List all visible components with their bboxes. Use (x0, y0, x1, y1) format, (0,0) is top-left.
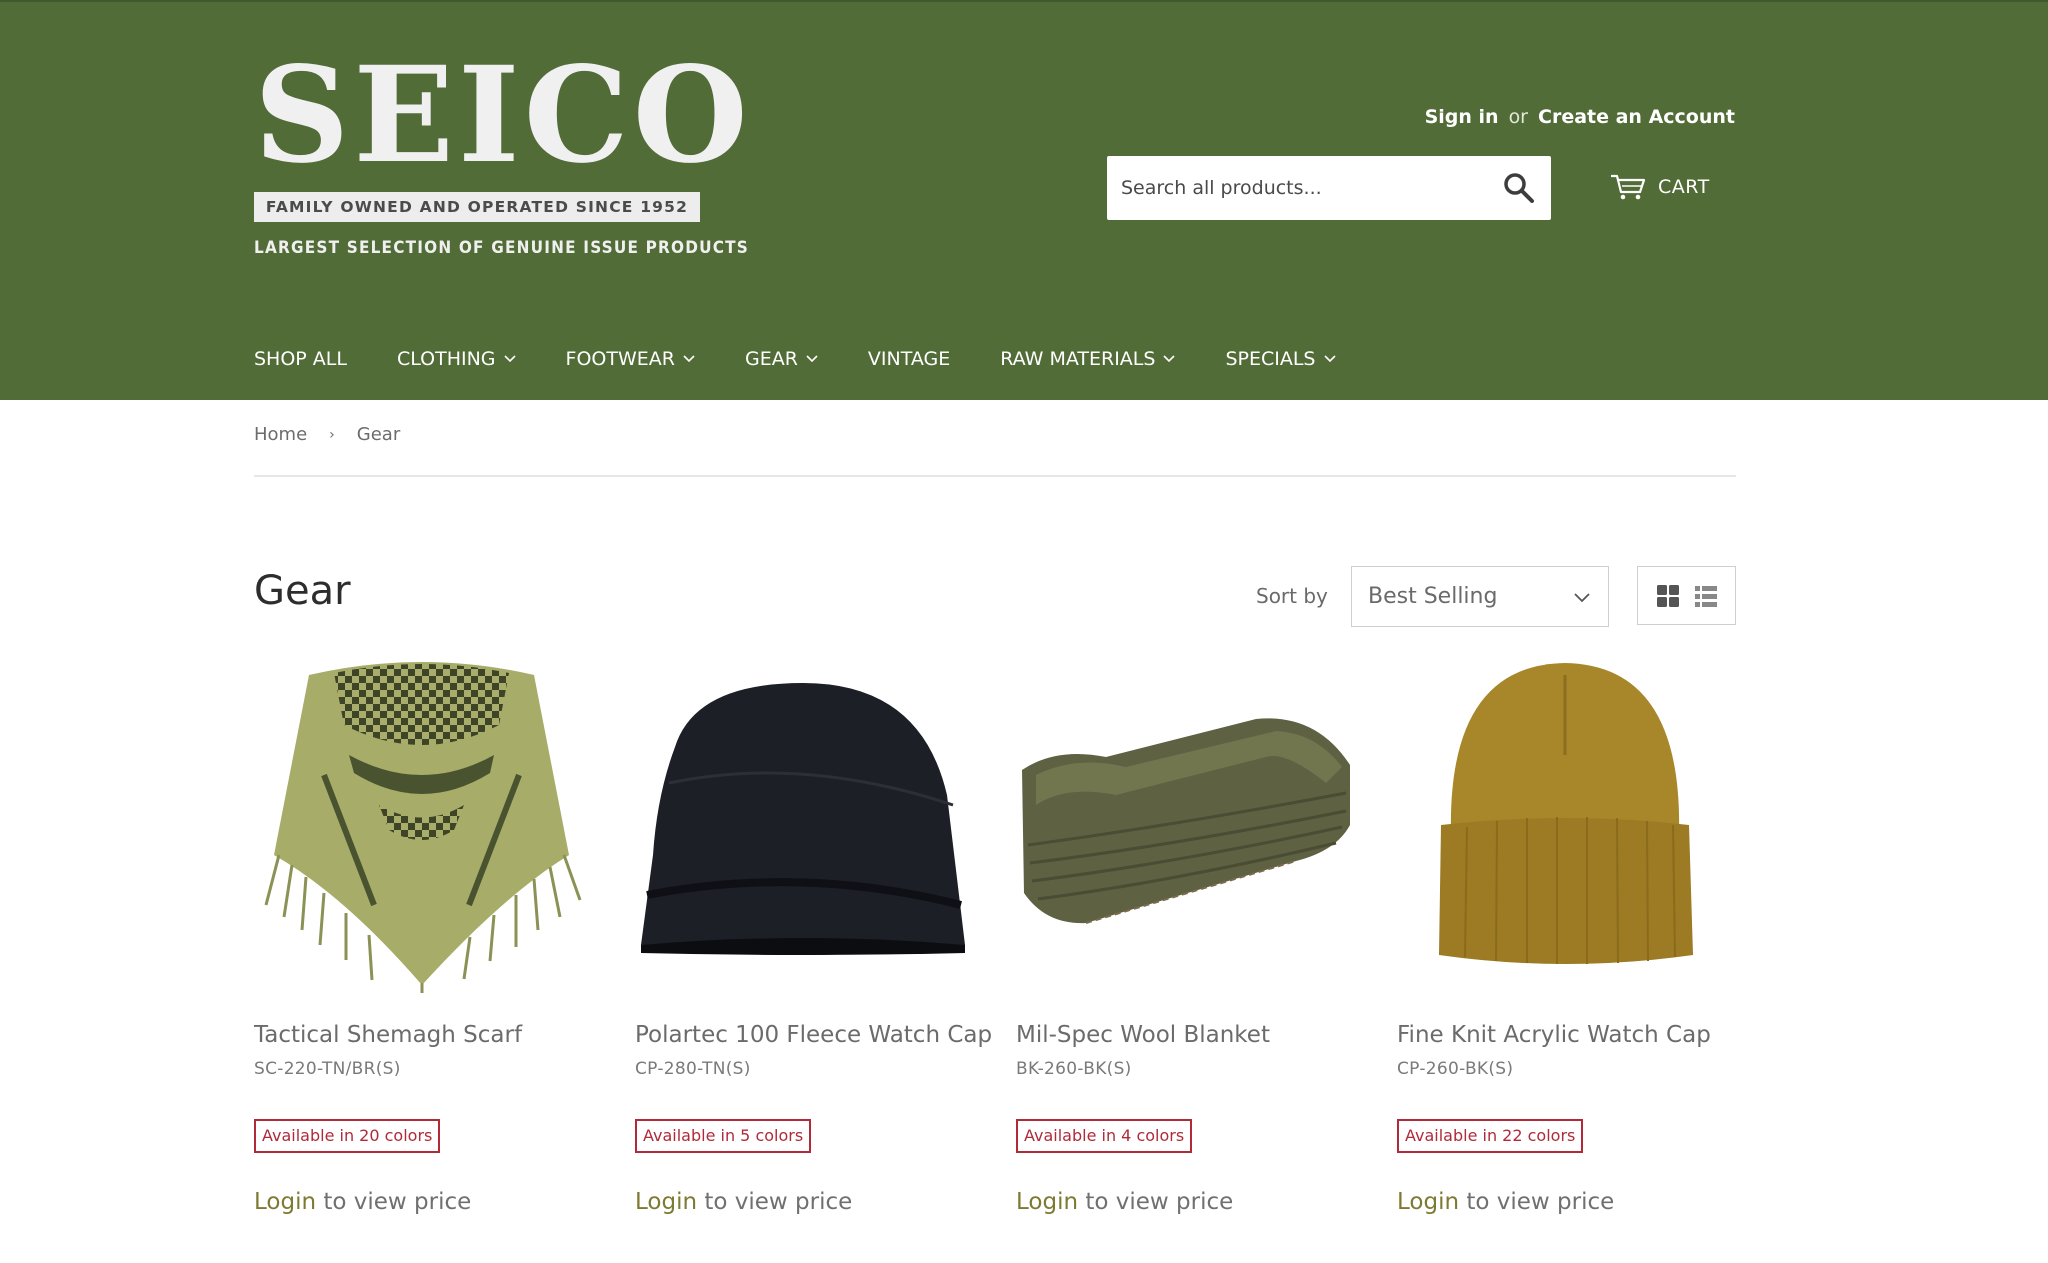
search-form (1107, 156, 1551, 220)
nav-item-clothing[interactable]: CLOTHING (397, 348, 516, 370)
product-image-shemagh-scarf[interactable] (254, 655, 590, 995)
breadcrumb-separator: › (329, 426, 335, 443)
login-link[interactable]: Login (635, 1189, 697, 1215)
product-sku: CP-280-TN(S) (635, 1059, 751, 1079)
breadcrumb-divider (254, 475, 1736, 477)
nav-item-label: GEAR (744, 348, 798, 370)
chevron-down-icon (1323, 355, 1336, 363)
product-image-acrylic-watch-cap[interactable] (1397, 655, 1733, 995)
product-sku: SC-220-TN/BR(S) (254, 1059, 401, 1079)
main-nav: SHOP ALL CLOTHING FOOTWEAR GEAR VINTAGE … (254, 348, 1386, 370)
nav-item-label: RAW MATERIALS (1000, 348, 1156, 370)
chevron-down-icon (1574, 593, 1590, 603)
product-image-wool-blanket[interactable] (1016, 655, 1352, 995)
price-login-prompt: Login to view price (1397, 1189, 1733, 1215)
grid-view-icon[interactable] (1656, 584, 1680, 608)
search-input[interactable] (1107, 156, 1477, 220)
chevron-down-icon (503, 355, 516, 363)
nav-item-label: CLOTHING (396, 348, 496, 370)
login-link[interactable]: Login (1397, 1189, 1459, 1215)
login-link[interactable]: Login (1016, 1189, 1078, 1215)
nav-item-label: FOOTWEAR (565, 348, 675, 370)
nav-item-footwear[interactable]: FOOTWEAR (566, 348, 695, 370)
sign-in-link[interactable]: Sign in (1425, 106, 1499, 128)
cart-label: CART (1658, 176, 1710, 198)
cart-icon (1611, 174, 1646, 200)
create-account-link[interactable]: Create an Account (1538, 106, 1735, 128)
nav-item-gear[interactable]: GEAR (745, 348, 818, 370)
cart-link[interactable]: CART (1610, 172, 1710, 202)
nav-item-specials[interactable]: SPECIALS (1225, 348, 1336, 370)
logo-tagline: LARGEST SELECTION OF GENUINE ISSUE PRODU… (254, 238, 750, 258)
sort-label: Sort by (1256, 584, 1328, 608)
breadcrumb: Home › Gear (254, 424, 400, 445)
product-card[interactable]: Tactical Shemagh Scarf SC-220-TN/BR(S) A… (254, 655, 590, 1215)
nav-item-raw-materials[interactable]: RAW MATERIALS (1000, 348, 1176, 370)
product-grid: Tactical Shemagh Scarf SC-220-TN/BR(S) A… (254, 655, 1733, 1215)
sort-select[interactable]: Best Selling (1351, 566, 1609, 627)
product-sku: BK-260-BK(S) (1016, 1059, 1132, 1079)
chevron-down-icon (1163, 355, 1176, 363)
color-availability-badge: Available in 22 colors (1397, 1119, 1584, 1153)
chevron-down-icon (806, 355, 818, 363)
account-or-text: or (1508, 106, 1528, 128)
color-availability-badge: Available in 20 colors (254, 1119, 441, 1153)
price-text: to view price (1459, 1189, 1615, 1215)
view-toggle (1637, 566, 1736, 625)
search-button[interactable] (1501, 170, 1537, 206)
product-card[interactable]: Mil-Spec Wool Blanket BK-260-BK(S) Avail… (1016, 655, 1352, 1215)
product-card[interactable]: Fine Knit Acrylic Watch Cap CP-260-BK(S)… (1397, 655, 1733, 1215)
product-title[interactable]: Tactical Shemagh Scarf (254, 1022, 590, 1048)
page-title: Gear (254, 568, 351, 614)
logo-band: FAMILY OWNED AND OPERATED SINCE 1952 (254, 192, 700, 222)
sort-select-value: Best Selling (1368, 584, 1498, 609)
product-title[interactable]: Mil-Spec Wool Blanket (1016, 1022, 1352, 1048)
price-text: to view price (697, 1189, 853, 1215)
nav-item-vintage[interactable]: VINTAGE (868, 348, 950, 370)
price-login-prompt: Login to view price (635, 1189, 971, 1215)
color-availability-badge: Available in 5 colors (635, 1119, 812, 1153)
product-title[interactable]: Polartec 100 Fleece Watch Cap (635, 1022, 992, 1048)
price-text: to view price (1078, 1189, 1234, 1215)
search-icon (1504, 173, 1534, 203)
price-text: to view price (316, 1189, 472, 1215)
list-view-icon[interactable] (1694, 584, 1718, 608)
logo-wordmark: SEICO (254, 38, 752, 193)
product-image-fleece-watch-cap[interactable] (635, 655, 971, 995)
price-login-prompt: Login to view price (1016, 1189, 1352, 1215)
nav-item-shop-all[interactable]: SHOP ALL (254, 348, 347, 370)
price-login-prompt: Login to view price (254, 1189, 590, 1215)
product-sku: CP-260-BK(S) (1397, 1059, 1514, 1079)
chevron-down-icon (683, 355, 695, 363)
breadcrumb-home[interactable]: Home (254, 424, 307, 445)
product-card[interactable]: Polartec 100 Fleece Watch Cap CP-280-TN(… (635, 655, 992, 1215)
nav-item-label: SHOP ALL (254, 348, 347, 370)
breadcrumb-current: Gear (356, 424, 401, 445)
site-header: SEICO FAMILY OWNED AND OPERATED SINCE 19… (0, 0, 2048, 400)
site-logo[interactable]: SEICO FAMILY OWNED AND OPERATED SINCE 19… (254, 38, 752, 258)
product-title[interactable]: Fine Knit Acrylic Watch Cap (1397, 1022, 1733, 1048)
color-availability-badge: Available in 4 colors (1016, 1119, 1193, 1153)
account-links: Sign in or Create an Account (1425, 106, 1735, 128)
login-link[interactable]: Login (254, 1189, 316, 1215)
nav-item-label: SPECIALS (1225, 348, 1316, 370)
nav-item-label: VINTAGE (867, 348, 951, 370)
